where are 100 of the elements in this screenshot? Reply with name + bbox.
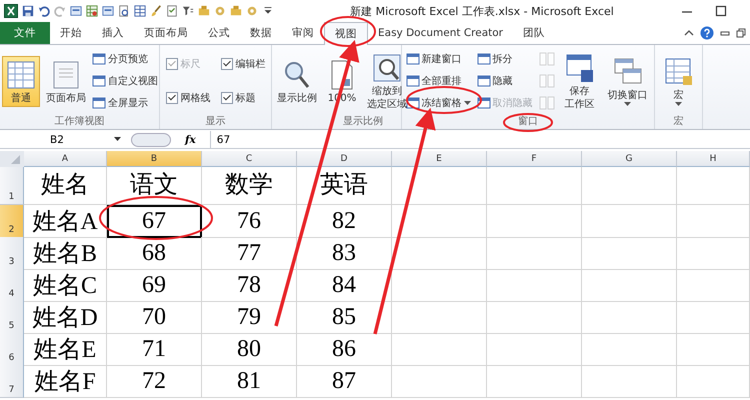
document-icon[interactable] [166,5,178,17]
table-icon[interactable] [86,5,98,17]
empty-cell[interactable] [392,301,487,334]
empty-cell[interactable] [677,365,750,398]
print-preview-icon[interactable] [118,5,130,17]
column-header[interactable]: E [392,151,487,167]
empty-cell[interactable] [392,167,487,205]
empty-cell[interactable] [392,237,487,270]
empty-cell[interactable] [487,365,582,398]
form-icon[interactable] [102,5,114,17]
empty-cell[interactable] [582,269,677,302]
restore-icon[interactable] [736,28,746,38]
column-header[interactable]: D [297,151,392,167]
ribbon-button[interactable]: 显示比例 [274,56,320,106]
select-all-icon[interactable] [0,151,24,167]
ribbon-tab[interactable]: 团队 [513,22,555,44]
empty-cell[interactable] [487,269,582,302]
group-label: 显示比例 [343,114,383,129]
help-icon[interactable] [700,26,714,40]
column-header[interactable]: C [202,151,297,167]
window-icon [476,74,490,88]
file-tab[interactable]: 文件 [0,22,50,44]
ribbon-button[interactable]: 隐藏 [476,74,532,88]
empty-cell[interactable] [677,237,750,270]
ribbon-button[interactable]: 全屏显示 [92,96,158,110]
row-header[interactable]: 2 [0,205,24,238]
ribbon-tab[interactable]: 视图 [324,22,368,45]
row-header[interactable]: 5 [0,301,24,334]
ribbon-tab[interactable]: 开始 [50,22,92,44]
column-header[interactable]: G [582,151,677,167]
ribbon-button[interactable]: 普通 [2,56,40,106]
ribbon-button[interactable]: 冻结窗格 [406,96,470,110]
table-cell: 姓名C [24,269,107,302]
row-header[interactable]: 1 [0,167,24,205]
formula-field[interactable]: 67 [210,131,750,148]
table-cell: 语文 [107,167,202,205]
table-cell: 数学 [202,167,297,205]
table-cell: 80 [202,333,297,366]
empty-cell[interactable] [582,205,677,238]
ribbon-tab[interactable]: 数据 [240,22,282,44]
empty-cell[interactable] [392,205,487,238]
borders-icon[interactable] [134,5,146,17]
empty-cell[interactable] [677,301,750,334]
ribbon-tab[interactable]: Easy Document Creator [368,22,513,44]
column-header[interactable]: A [24,151,107,167]
checkbox[interactable]: 编辑栏 [220,57,266,72]
empty-cell[interactable] [677,205,750,238]
table-cell: 79 [202,301,297,334]
annotation-ellipse [320,16,376,47]
ribbon-button[interactable]: 切换窗口 [604,53,650,109]
empty-cell[interactable] [487,167,582,205]
empty-cell[interactable] [487,205,582,238]
maximize-icon[interactable] [714,4,728,18]
filter-icon[interactable] [182,5,194,17]
ribbon-button[interactable]: 保存 工作区 [560,49,598,113]
empty-cell[interactable] [392,333,487,366]
empty-cell[interactable] [582,301,677,334]
column-header[interactable]: H [677,151,750,167]
empty-cell[interactable] [487,237,582,270]
column-header[interactable]: B [107,151,202,167]
table-cell: 英语 [297,167,392,205]
empty-cell[interactable] [582,167,677,205]
splitter-icon[interactable] [131,132,171,146]
empty-cell[interactable] [487,333,582,366]
undo-icon[interactable] [38,5,50,17]
ribbon-button[interactable]: 页面布局 [43,56,89,106]
ribbon-tab[interactable]: 审阅 [282,22,324,44]
empty-cell[interactable] [677,269,750,302]
redo-icon[interactable] [54,5,66,17]
insert-function-button[interactable]: fx [177,134,204,146]
empty-cell[interactable] [392,365,487,398]
empty-cell[interactable] [677,333,750,366]
collapse-ribbon-icon[interactable] [684,28,694,38]
checkbox[interactable]: 标题 [220,90,266,105]
ribbon-button[interactable]: 拆分 [476,52,532,66]
empty-cell[interactable] [487,301,582,334]
empty-cell[interactable] [582,365,677,398]
empty-cell[interactable] [677,167,750,205]
name-box[interactable]: B2 [0,134,125,146]
empty-cell[interactable] [582,333,677,366]
empty-cell[interactable] [392,269,487,302]
ribbon-tab[interactable]: 页面布局 [134,22,198,44]
table-cell: 70 [107,301,202,334]
empty-cell[interactable] [582,237,677,270]
window-icon [476,52,490,66]
ribbon-button[interactable]: 宏 [660,53,698,109]
ribbon-tab[interactable]: 插入 [92,22,134,44]
column-header[interactable]: F [487,151,582,167]
form-icon[interactable] [70,5,82,17]
ribbon-button[interactable]: 自定义视图 [92,74,158,88]
row-header[interactable]: 6 [0,333,24,366]
ribbon-tab[interactable]: 公式 [198,22,240,44]
excel-icon[interactable] [4,4,18,18]
brush-icon[interactable] [150,5,162,17]
row-header[interactable]: 7 [0,365,24,398]
save-icon[interactable] [22,5,34,17]
row-header[interactable]: 4 [0,269,24,302]
row-header[interactable]: 3 [0,237,24,270]
ribbon-button[interactable]: 分页预览 [92,52,158,66]
checkbox[interactable]: 网格线 [166,90,210,105]
